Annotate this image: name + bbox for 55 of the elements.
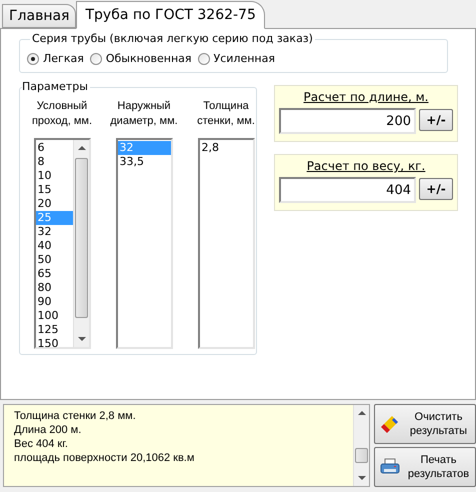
scroll-thumb[interactable] xyxy=(74,158,88,318)
group-title: Серия трубы (включая легкую серию под заказ) xyxy=(30,32,315,46)
list-item[interactable]: 150 xyxy=(36,337,72,347)
printer-icon xyxy=(380,458,400,476)
list-item[interactable]: 6 xyxy=(36,141,72,155)
tab[interactable]: Главная xyxy=(2,4,76,28)
scroll-up-icon[interactable] xyxy=(358,410,366,415)
value-field[interactable]: 404 xyxy=(279,177,416,203)
result-line: Вес 404 кг. xyxy=(14,437,69,451)
column-heading: Толщина стенки, мм. xyxy=(196,99,256,129)
radio-option[interactable]: Усиленная xyxy=(198,52,275,65)
toggle-button[interactable]: +/- xyxy=(419,178,453,200)
list-box[interactable]: 32 33,5 xyxy=(116,138,172,349)
result-line: площадь поверхности 20,1062 кв.м xyxy=(14,451,196,465)
list-item[interactable]: 65 xyxy=(36,267,72,281)
list-item[interactable]: 20 xyxy=(36,197,72,211)
column-heading: Условный проход, мм. xyxy=(30,99,94,129)
list-box[interactable]: 2,8 xyxy=(198,138,254,349)
result-line: Толщина стенки 2,8 мм. xyxy=(14,409,137,423)
radio-button[interactable] xyxy=(90,52,102,64)
action-button[interactable]: Печать результатов xyxy=(374,447,476,487)
scroll-up-icon[interactable] xyxy=(78,145,86,150)
list-box[interactable]: 6 8 10 15 20 25 32 40 50 65 80 90 100 125 150 xyxy=(34,138,90,349)
list-item[interactable]: 15 xyxy=(36,183,72,197)
scroll-down-icon[interactable] xyxy=(358,476,366,481)
radio-button[interactable] xyxy=(198,52,210,64)
action-button[interactable]: Очистить результаты xyxy=(374,404,476,444)
eraser-icon xyxy=(380,414,400,434)
results-box[interactable]: Толщина стенки 2,8 мм. Длина 200 м. Вес 404 кг. площадь поверхности 20,1062 кв.м xyxy=(3,404,370,487)
list-item[interactable]: 33,5 xyxy=(118,155,170,169)
list-item[interactable]: 40 xyxy=(36,239,72,253)
panel-title: Расчет по весу, кг. xyxy=(306,159,426,174)
list-item[interactable]: 8 xyxy=(36,155,72,169)
radio-button[interactable] xyxy=(27,52,39,64)
panel-title: Расчет по длине, м. xyxy=(304,90,428,105)
list-item[interactable]: 100 xyxy=(36,309,72,323)
toggle-button[interactable]: +/- xyxy=(419,109,453,131)
value-field[interactable]: 200 xyxy=(279,108,416,134)
scrollbar[interactable] xyxy=(353,405,369,486)
list-item[interactable]: 32 xyxy=(36,225,72,239)
scroll-thumb[interactable] xyxy=(355,448,368,463)
scroll-down-icon[interactable] xyxy=(78,337,86,342)
radio-option[interactable]: Легкая xyxy=(27,52,84,65)
list-item[interactable]: 90 xyxy=(36,295,72,309)
radio-option[interactable]: Обыкновенная xyxy=(90,52,192,65)
tab[interactable]: Труба по ГОСТ 3262-75 xyxy=(76,1,265,29)
column-heading: Наружный диаметр, мм. xyxy=(109,99,179,129)
list-item[interactable]: 10 xyxy=(36,169,72,183)
group-title: Параметры xyxy=(22,80,90,94)
list-item[interactable]: 50 xyxy=(36,253,72,267)
result-line: Длина 200 м. xyxy=(14,423,82,437)
list-item[interactable]: 80 xyxy=(36,281,72,295)
list-item[interactable]: 125 xyxy=(36,323,72,337)
scrollbar[interactable] xyxy=(72,140,88,347)
list-item[interactable]: 2,8 xyxy=(200,141,252,155)
